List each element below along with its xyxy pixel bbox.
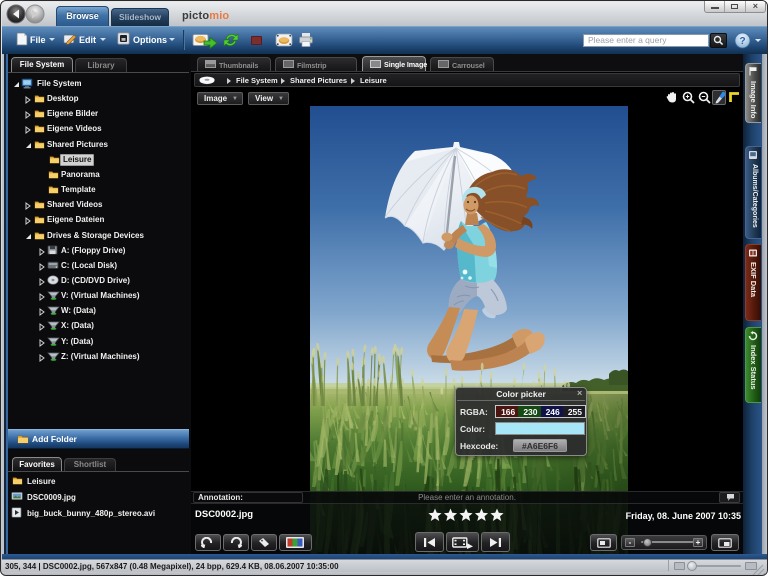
svg-text:?: ? — [739, 36, 745, 47]
